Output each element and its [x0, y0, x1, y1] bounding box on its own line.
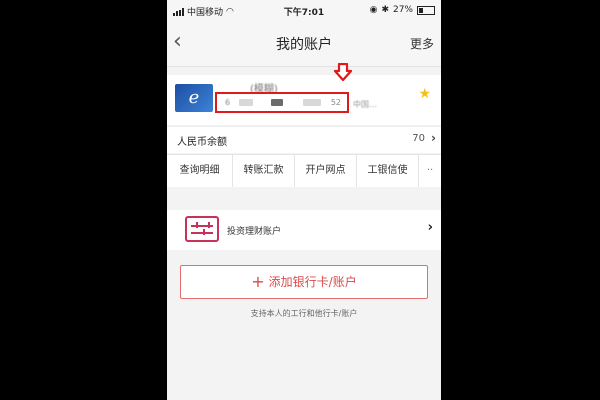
more-button[interactable]: 更多 [410, 35, 434, 52]
plus-icon: + [251, 272, 265, 291]
card-number-suffix: 52 [330, 98, 341, 107]
card-number-mask [271, 99, 283, 106]
account-card[interactable]: e (模糊) 6 52 中国… ★ [167, 75, 441, 125]
bank-card-logo-icon: e [175, 84, 213, 112]
add-bank-card-button[interactable]: + 添加银行卡/账户 [180, 265, 428, 299]
card-branch: 中国… [353, 100, 377, 109]
balance-row[interactable]: 人民币余额 70 › [167, 126, 441, 153]
quick-actions: 查询明细 转账汇款 开户网点 工银信使 ·· [167, 154, 441, 187]
action-branch[interactable]: 开户网点 [295, 155, 357, 187]
page-title: 我的账户 [276, 37, 332, 53]
investment-account-row[interactable]: 投资理财账户 › [167, 210, 441, 250]
action-transfer[interactable]: 转账汇款 [233, 155, 295, 187]
phone-screen: 中国移动 ◠ 下午7:01 ◉ ✱ 27% ‹ 我的账户 更多 e (模糊) 6… [167, 0, 441, 400]
nav-bar: ‹ 我的账户 更多 [167, 22, 441, 67]
status-bar: 中国移动 ◠ 下午7:01 ◉ ✱ 27% [167, 0, 441, 22]
bluetooth-icon: ✱ [381, 5, 389, 15]
action-more[interactable]: ·· [419, 155, 441, 187]
action-messenger[interactable]: 工银信使 [357, 155, 419, 187]
investment-account-label: 投资理财账户 [227, 227, 282, 237]
card-number-prefix: 6 [225, 98, 231, 107]
star-icon[interactable]: ★ [418, 87, 431, 101]
battery-percent: 27% [392, 5, 413, 15]
add-bank-card-label: 添加银行卡/账户 [268, 275, 357, 289]
card-number-highlight: 6 52 [215, 92, 349, 113]
add-card-hint: 支持本人的工行和他行卡/账户 [250, 309, 358, 318]
card-number-mask [239, 99, 253, 106]
action-query-details[interactable]: 查询明细 [167, 155, 233, 187]
chevron-right-icon: › [427, 220, 433, 235]
alarm-icon: ◉ [369, 5, 378, 15]
card-number-mask [303, 99, 321, 106]
arrow-down-icon [333, 63, 353, 81]
balance-value: 70 [412, 133, 425, 144]
balance-label: 人民币余额 [177, 137, 227, 148]
chevron-right-icon: › [431, 131, 436, 145]
status-right: ◉ ✱ 27% [370, 5, 435, 15]
abacus-icon [185, 216, 219, 242]
battery-icon [417, 5, 435, 15]
